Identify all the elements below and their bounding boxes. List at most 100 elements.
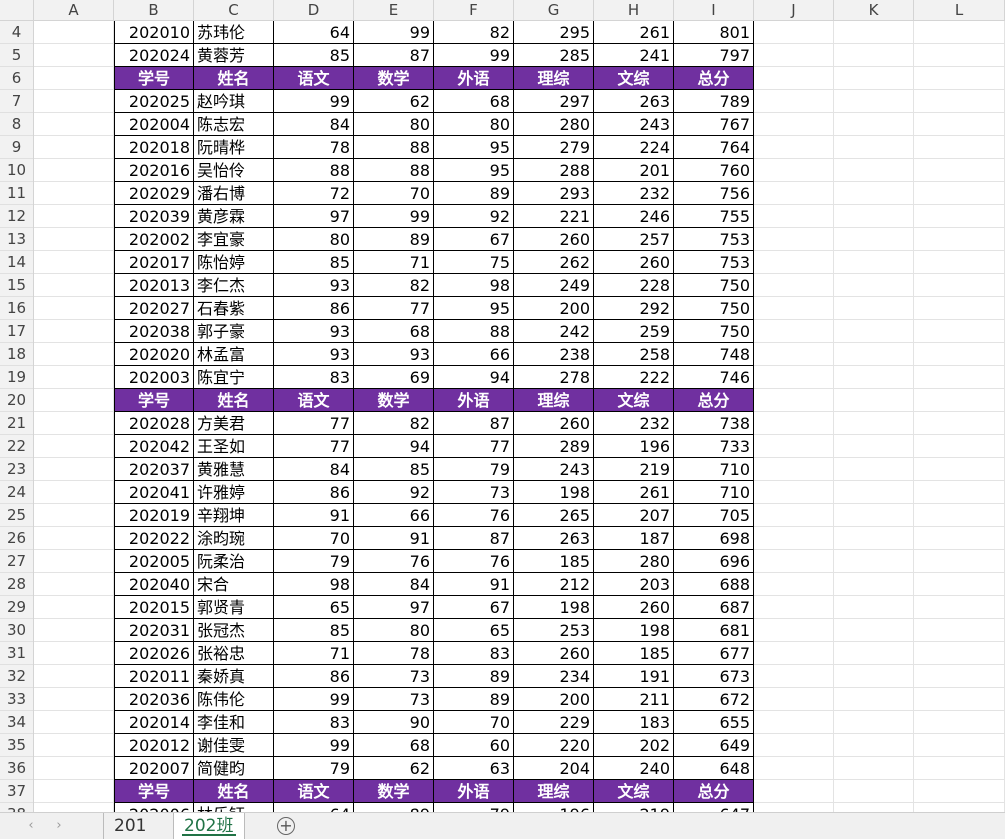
data-cell[interactable]: 292: [594, 297, 674, 320]
data-cell[interactable]: 68: [354, 734, 434, 757]
data-cell[interactable]: 801: [674, 21, 754, 44]
data-cell[interactable]: 746: [674, 366, 754, 389]
data-cell[interactable]: 76: [434, 550, 514, 573]
data-cell[interactable]: 阮晴桦: [194, 136, 274, 159]
empty-cell[interactable]: [754, 596, 834, 619]
empty-cell[interactable]: [34, 44, 114, 67]
empty-cell[interactable]: [34, 435, 114, 458]
data-cell[interactable]: 285: [514, 44, 594, 67]
data-cell[interactable]: 198: [514, 481, 594, 504]
data-cell[interactable]: 宋合: [194, 573, 274, 596]
empty-cell[interactable]: [754, 803, 834, 812]
add-sheet-icon[interactable]: +: [277, 817, 295, 835]
empty-cell[interactable]: [834, 297, 914, 320]
empty-cell[interactable]: [754, 228, 834, 251]
data-cell[interactable]: 183: [594, 711, 674, 734]
data-cell[interactable]: 91: [274, 504, 354, 527]
data-cell[interactable]: 202015: [114, 596, 194, 619]
data-cell[interactable]: 222: [594, 366, 674, 389]
header-cell[interactable]: 数学: [354, 389, 434, 412]
data-cell[interactable]: 202011: [114, 665, 194, 688]
data-cell[interactable]: 648: [674, 757, 754, 780]
data-cell[interactable]: 苏玮伦: [194, 21, 274, 44]
data-cell[interactable]: 99: [434, 44, 514, 67]
empty-cell[interactable]: [834, 780, 914, 803]
data-cell[interactable]: 260: [514, 642, 594, 665]
empty-cell[interactable]: [834, 642, 914, 665]
data-cell[interactable]: 84: [354, 573, 434, 596]
empty-cell[interactable]: [914, 573, 1005, 596]
data-cell[interactable]: 94: [354, 435, 434, 458]
empty-cell[interactable]: [754, 504, 834, 527]
empty-cell[interactable]: [34, 573, 114, 596]
empty-cell[interactable]: [34, 297, 114, 320]
header-cell[interactable]: 学号: [114, 780, 194, 803]
empty-cell[interactable]: [34, 412, 114, 435]
data-cell[interactable]: 289: [514, 435, 594, 458]
data-cell[interactable]: 259: [594, 320, 674, 343]
empty-cell[interactable]: [834, 619, 914, 642]
data-cell[interactable]: 202042: [114, 435, 194, 458]
data-cell[interactable]: 696: [674, 550, 754, 573]
empty-cell[interactable]: [914, 780, 1005, 803]
data-cell[interactable]: 65: [274, 596, 354, 619]
data-cell[interactable]: 94: [434, 366, 514, 389]
data-cell[interactable]: 202028: [114, 412, 194, 435]
row-header[interactable]: 11: [0, 182, 33, 205]
data-cell[interactable]: 陈宜宁: [194, 366, 274, 389]
data-cell[interactable]: 99: [354, 205, 434, 228]
data-cell[interactable]: 242: [514, 320, 594, 343]
data-cell[interactable]: 方美君: [194, 412, 274, 435]
empty-cell[interactable]: [34, 550, 114, 573]
data-cell[interactable]: 86: [274, 665, 354, 688]
row-header[interactable]: 16: [0, 297, 33, 320]
data-cell[interactable]: 710: [674, 481, 754, 504]
data-cell[interactable]: 764: [674, 136, 754, 159]
empty-cell[interactable]: [914, 757, 1005, 780]
empty-cell[interactable]: [34, 803, 114, 812]
data-cell[interactable]: 261: [594, 481, 674, 504]
data-cell[interactable]: 66: [434, 343, 514, 366]
row-header[interactable]: 18: [0, 343, 33, 366]
column-header-c[interactable]: C: [194, 0, 274, 20]
header-cell[interactable]: 数学: [354, 780, 434, 803]
data-cell[interactable]: 202038: [114, 320, 194, 343]
empty-cell[interactable]: [914, 550, 1005, 573]
header-cell[interactable]: 姓名: [194, 389, 274, 412]
data-cell[interactable]: 232: [594, 182, 674, 205]
data-cell[interactable]: 219: [594, 458, 674, 481]
data-cell[interactable]: 280: [514, 113, 594, 136]
data-cell[interactable]: 84: [274, 113, 354, 136]
empty-cell[interactable]: [754, 688, 834, 711]
row-header[interactable]: 29: [0, 596, 33, 619]
data-cell[interactable]: 阮柔治: [194, 550, 274, 573]
data-cell[interactable]: 77: [274, 412, 354, 435]
data-cell[interactable]: 202010: [114, 21, 194, 44]
data-cell[interactable]: 赵吟琪: [194, 90, 274, 113]
data-cell[interactable]: 677: [674, 642, 754, 665]
header-cell[interactable]: 姓名: [194, 780, 274, 803]
data-cell[interactable]: 85: [354, 458, 434, 481]
empty-cell[interactable]: [34, 757, 114, 780]
empty-cell[interactable]: [754, 711, 834, 734]
empty-cell[interactable]: [34, 596, 114, 619]
data-cell[interactable]: 85: [274, 44, 354, 67]
empty-cell[interactable]: [34, 734, 114, 757]
data-cell[interactable]: 279: [514, 136, 594, 159]
data-cell[interactable]: 95: [434, 159, 514, 182]
data-cell[interactable]: 202025: [114, 90, 194, 113]
row-header[interactable]: 31: [0, 642, 33, 665]
data-cell[interactable]: 77: [274, 435, 354, 458]
empty-cell[interactable]: [34, 366, 114, 389]
data-cell[interactable]: 738: [674, 412, 754, 435]
data-cell[interactable]: 郭贤青: [194, 596, 274, 619]
data-cell[interactable]: 688: [674, 573, 754, 596]
empty-cell[interactable]: [34, 251, 114, 274]
data-cell[interactable]: 202039: [114, 205, 194, 228]
data-cell[interactable]: 93: [354, 343, 434, 366]
data-cell[interactable]: 185: [514, 550, 594, 573]
empty-cell[interactable]: [834, 435, 914, 458]
empty-cell[interactable]: [834, 527, 914, 550]
data-cell[interactable]: 202018: [114, 136, 194, 159]
empty-cell[interactable]: [34, 228, 114, 251]
